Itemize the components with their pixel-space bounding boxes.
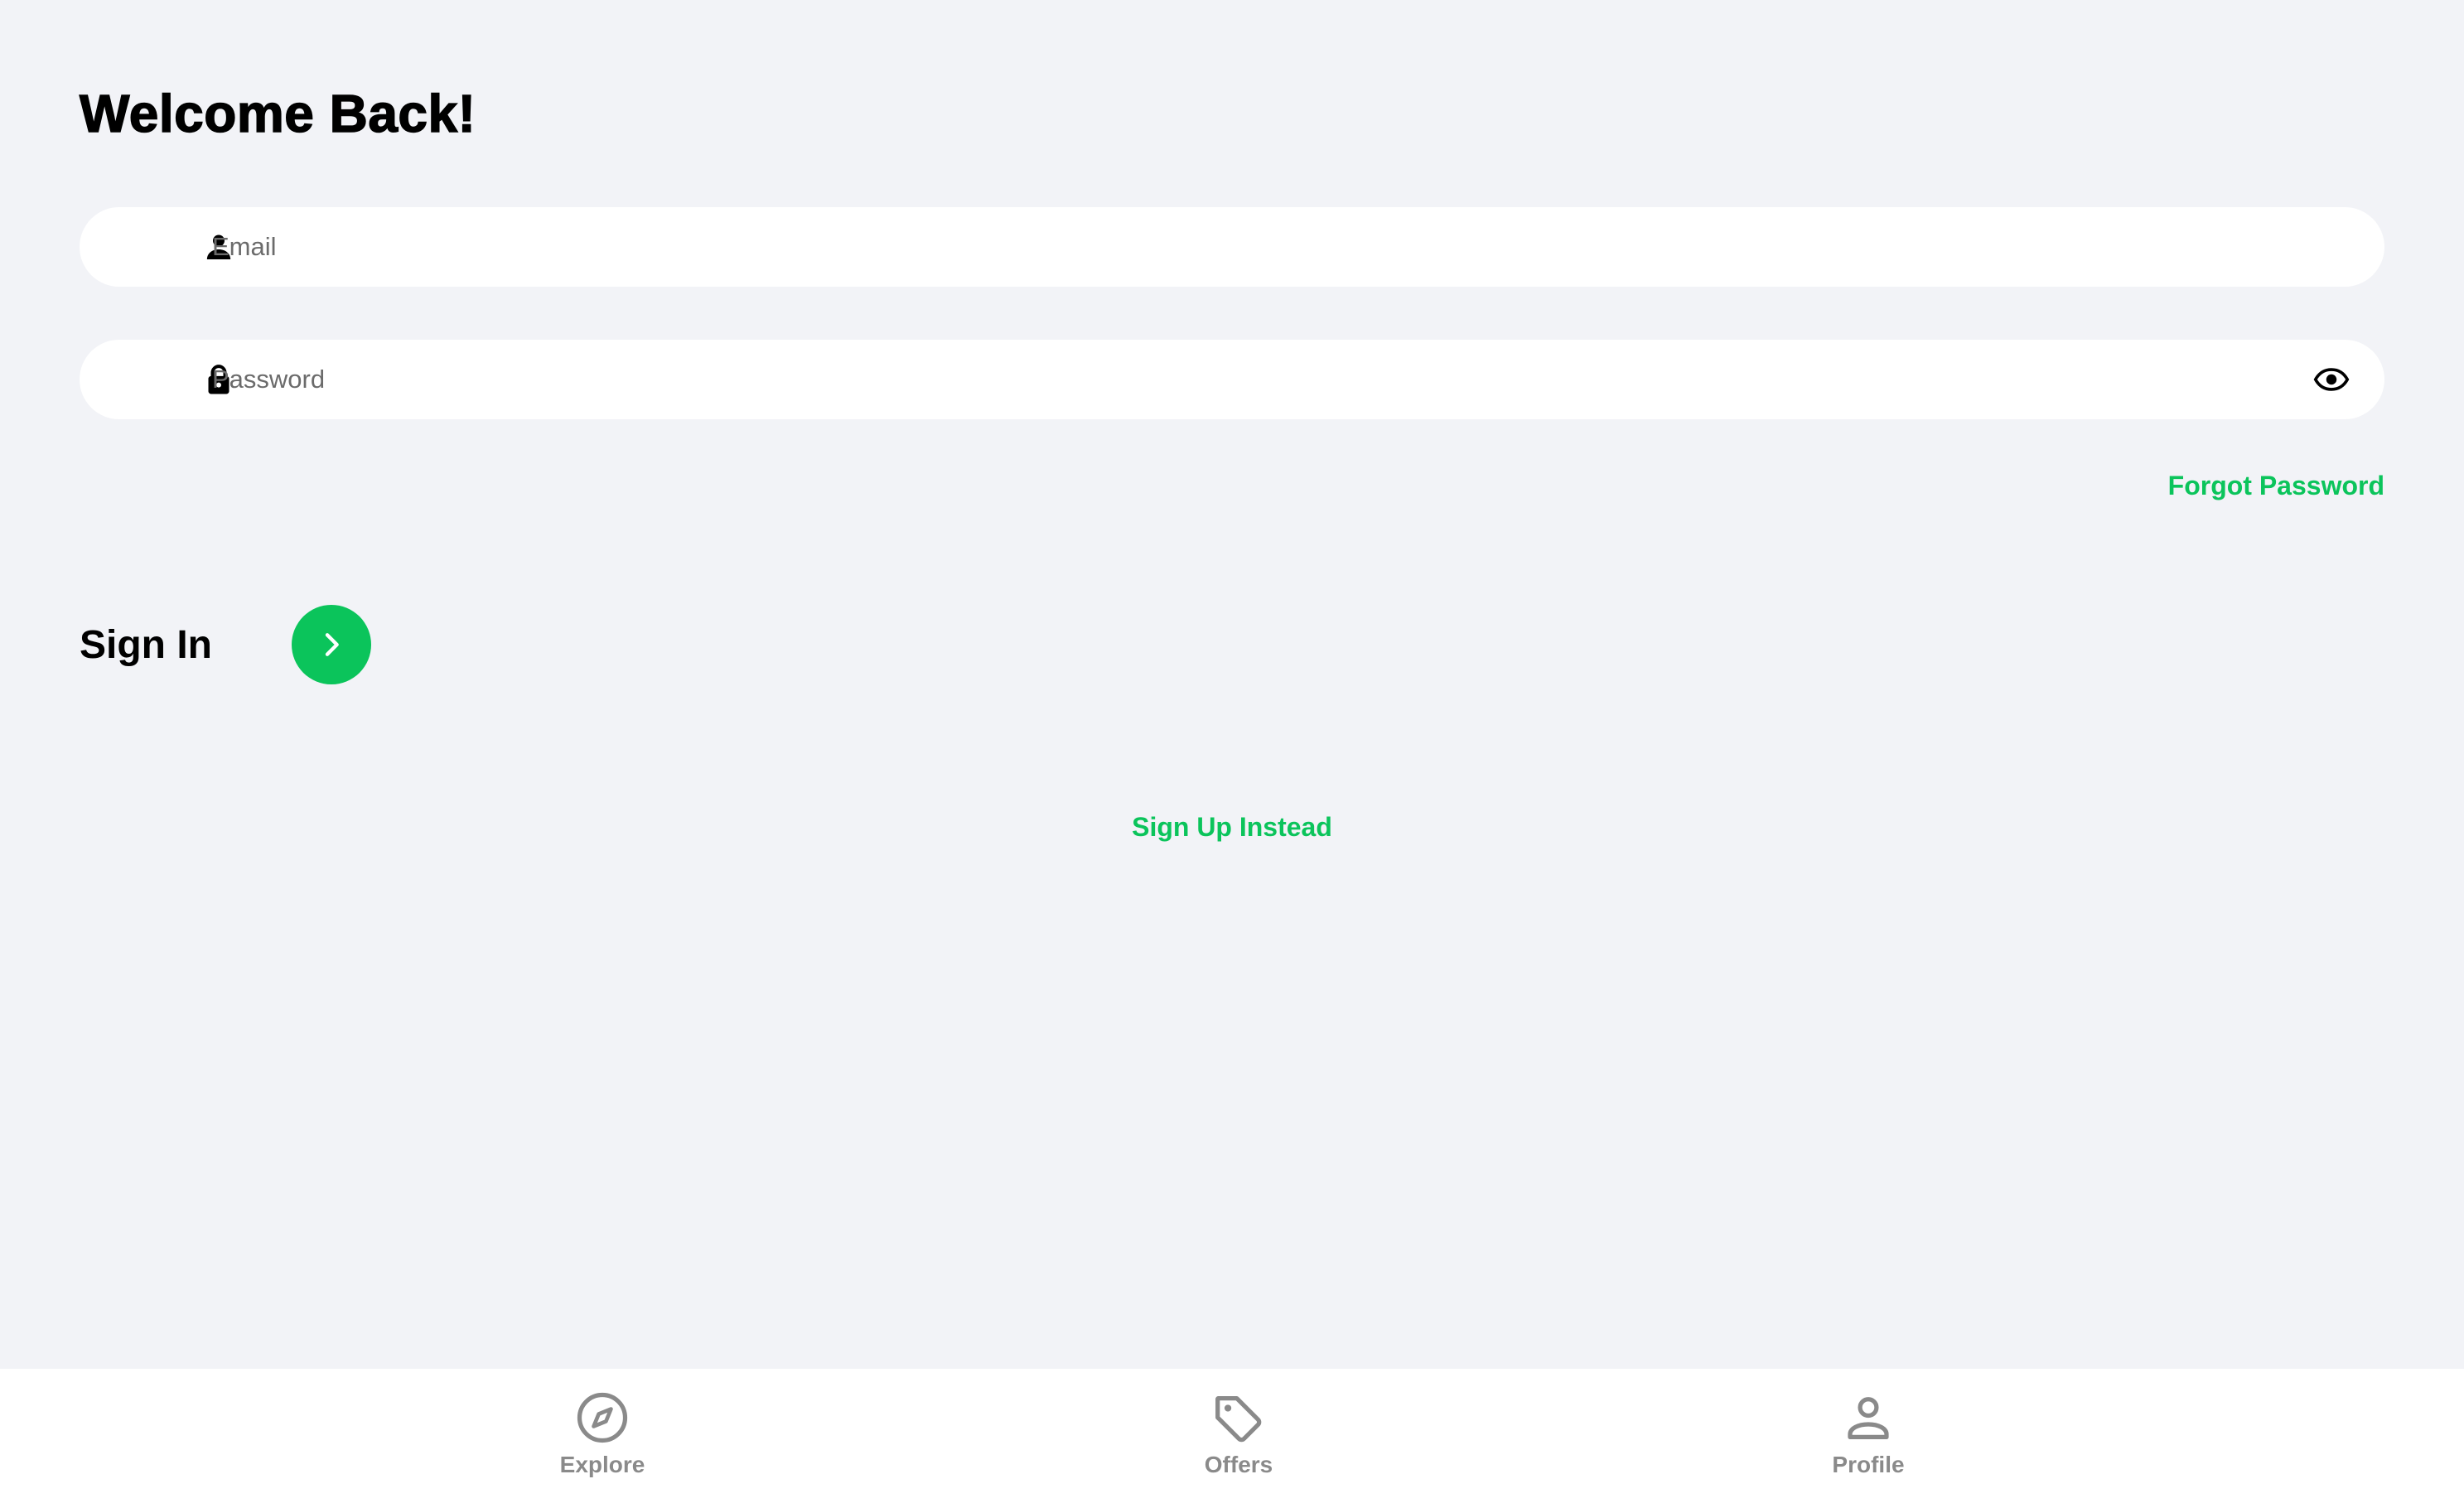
person-outline-icon	[1839, 1389, 1897, 1447]
tab-label: Profile	[1832, 1452, 1905, 1477]
sign-in-button[interactable]	[292, 605, 371, 684]
sign-in-row: Sign In	[80, 605, 371, 684]
login-screen: Welcome Back! Forgot Password	[0, 0, 2464, 1369]
email-field-container	[80, 207, 2384, 287]
page-title: Welcome Back!	[79, 83, 476, 144]
compass-icon	[573, 1389, 631, 1447]
email-input[interactable]	[212, 207, 2285, 287]
sign-up-link[interactable]: Sign Up Instead	[0, 812, 2464, 843]
tab-label: Explore	[559, 1452, 645, 1477]
tab-offers[interactable]: Offers	[1156, 1389, 1321, 1496]
password-field-container	[80, 340, 2384, 419]
tab-explore[interactable]: Explore	[519, 1389, 685, 1496]
tab-label: Offers	[1204, 1452, 1273, 1477]
eye-icon[interactable]	[2313, 361, 2350, 398]
tag-icon	[1210, 1389, 1268, 1447]
password-input[interactable]	[212, 340, 2285, 419]
bottom-tab-bar: Explore Offers Profile	[0, 1369, 2464, 1508]
tab-profile[interactable]: Profile	[1785, 1389, 1951, 1496]
forgot-password-link[interactable]: Forgot Password	[2168, 471, 2384, 501]
sign-in-label: Sign In	[80, 622, 212, 667]
chevron-right-icon	[315, 628, 348, 661]
